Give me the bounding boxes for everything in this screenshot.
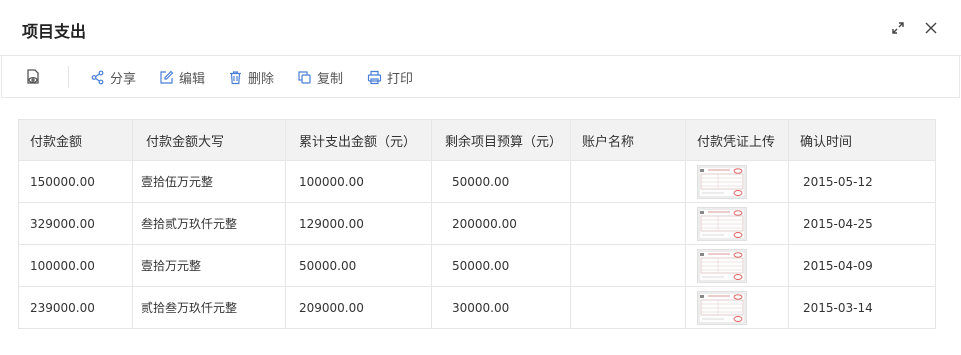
- amount-cell: 329000.00: [18, 202, 133, 245]
- column-header[interactable]: 账户名称: [570, 119, 686, 161]
- payment-table: 付款金额 付款金额大写 累计支出金额（元） 剩余项目预算（元） 账户名称 付款凭…: [18, 119, 936, 329]
- column-header[interactable]: 付款金额大写: [132, 119, 286, 161]
- amount-cell: 100000.00: [18, 244, 133, 287]
- remaining-cell: 200000.00: [431, 202, 571, 245]
- print-label: 打印: [387, 71, 414, 87]
- table-row[interactable]: 239000.00 贰拾叁万玖仟元整 209000.00 30000.00 20…: [18, 286, 936, 329]
- table-row[interactable]: 100000.00 壹拾万元整 50000.00 50000.00 2015-0…: [18, 244, 936, 287]
- cumulative-cell: 100000.00: [285, 160, 432, 203]
- voucher-cell: [685, 202, 789, 245]
- toolbar-divider: [68, 66, 69, 88]
- table-row[interactable]: 329000.00 叁拾贰万玖仟元整 129000.00 200000.00 2…: [18, 202, 936, 245]
- edit-icon: [160, 70, 174, 84]
- column-header[interactable]: 付款金额: [18, 119, 133, 161]
- share-label: 分享: [110, 71, 137, 87]
- cumulative-cell: 209000.00: [285, 286, 432, 329]
- account-cell: [570, 244, 686, 287]
- amount-cell: 239000.00: [18, 286, 133, 329]
- expand-icon[interactable]: [889, 19, 907, 37]
- cumulative-cell: 50000.00: [285, 244, 432, 287]
- print-button[interactable]: 打印: [367, 68, 414, 87]
- column-header[interactable]: 确认时间: [788, 119, 936, 161]
- edit-button[interactable]: 编辑: [159, 68, 206, 87]
- amount-upper-cell: 叁拾贰万玖仟元整: [132, 202, 286, 245]
- printer-icon: [367, 70, 382, 84]
- share-icon: [91, 70, 104, 84]
- copy-icon: [298, 70, 311, 84]
- close-icon[interactable]: [922, 19, 940, 37]
- copy-button[interactable]: 复制: [297, 68, 344, 87]
- account-cell: [570, 286, 686, 329]
- cumulative-cell: 129000.00: [285, 202, 432, 245]
- voucher-cell: [685, 160, 789, 203]
- dialog-header: 项目支出: [0, 0, 961, 56]
- column-header[interactable]: 剩余项目预算（元）: [431, 119, 571, 161]
- toolbar: 分享 编辑 删除 复制 打印: [1, 56, 960, 98]
- remaining-cell: 50000.00: [431, 160, 571, 203]
- dialog-title: 项目支出: [22, 22, 87, 41]
- remaining-cell: 50000.00: [431, 244, 571, 287]
- column-header[interactable]: 累计支出金额（元）: [285, 119, 432, 161]
- date-cell: 2015-04-09: [788, 244, 936, 287]
- copy-label: 复制: [317, 71, 344, 87]
- edit-label: 编辑: [179, 71, 206, 87]
- amount-upper-cell: 壹拾万元整: [132, 244, 286, 287]
- preview-icon[interactable]: [24, 68, 42, 86]
- voucher-cell: [685, 286, 789, 329]
- delete-button[interactable]: 删除: [228, 68, 275, 87]
- date-cell: 2015-05-12: [788, 160, 936, 203]
- voucher-thumbnail[interactable]: [697, 164, 747, 199]
- account-cell: [570, 202, 686, 245]
- amount-cell: 150000.00: [18, 160, 133, 203]
- voucher-thumbnail[interactable]: [697, 248, 747, 283]
- remaining-cell: 30000.00: [431, 286, 571, 329]
- column-header[interactable]: 付款凭证上传: [685, 119, 789, 161]
- voucher-cell: [685, 244, 789, 287]
- account-cell: [570, 160, 686, 203]
- delete-label: 删除: [248, 71, 275, 87]
- amount-upper-cell: 壹拾伍万元整: [132, 160, 286, 203]
- amount-upper-cell: 贰拾叁万玖仟元整: [132, 286, 286, 329]
- table-header-row: 付款金额 付款金额大写 累计支出金额（元） 剩余项目预算（元） 账户名称 付款凭…: [18, 119, 936, 161]
- voucher-thumbnail[interactable]: [697, 206, 747, 241]
- date-cell: 2015-03-14: [788, 286, 936, 329]
- trash-icon: [230, 70, 241, 84]
- date-cell: 2015-04-25: [788, 202, 936, 245]
- voucher-thumbnail[interactable]: [697, 290, 747, 325]
- table-row[interactable]: 150000.00 壹拾伍万元整 100000.00 50000.00 2015…: [18, 160, 936, 203]
- share-button[interactable]: 分享: [90, 68, 137, 87]
